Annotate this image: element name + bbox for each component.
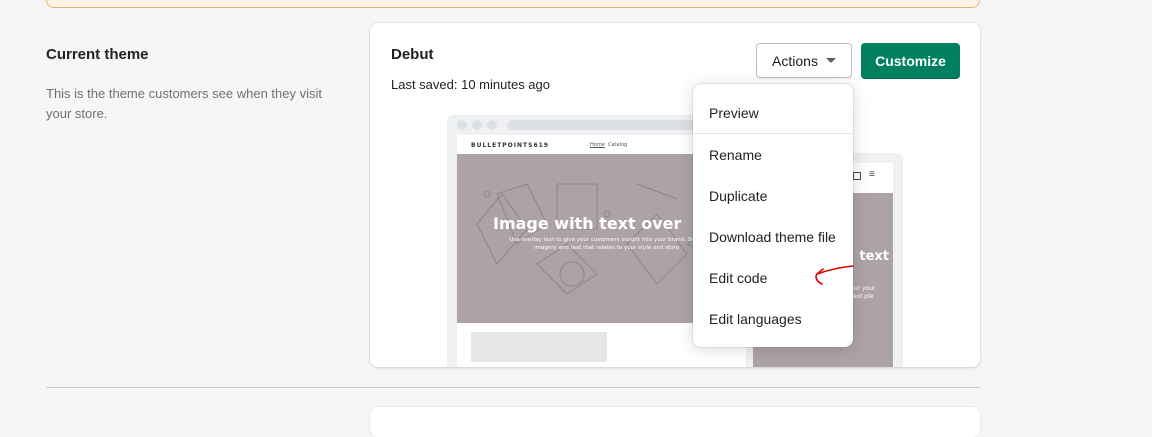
last-saved-text: Last saved: 10 minutes ago bbox=[391, 77, 550, 92]
customize-button-label: Customize bbox=[875, 53, 946, 69]
preview-nav-home: Home bbox=[590, 142, 605, 148]
next-section-card bbox=[370, 407, 980, 437]
menu-item-download-theme-file[interactable]: Download theme file bbox=[693, 216, 853, 257]
preview-placeholder-block bbox=[471, 332, 607, 362]
caret-down-icon bbox=[825, 58, 836, 63]
window-dot-icon bbox=[472, 120, 482, 130]
window-dot-icon bbox=[457, 120, 467, 130]
cart-icon bbox=[853, 172, 861, 180]
preview-hero-title: Image with text over bbox=[493, 214, 682, 233]
menu-item-rename[interactable]: Rename bbox=[693, 134, 853, 175]
preview-store-name: BULLETPOINTS619 bbox=[471, 142, 549, 149]
section-title: Current theme bbox=[46, 46, 149, 63]
current-theme-card: Debut Last saved: 10 minutes ago Actions… bbox=[370, 23, 980, 367]
red-arrow-annotation-icon bbox=[815, 265, 854, 285]
menu-item-duplicate[interactable]: Duplicate bbox=[693, 175, 853, 216]
actions-button-label: Actions bbox=[772, 52, 818, 69]
menu-item-edit-languages[interactable]: Edit languages bbox=[693, 298, 853, 339]
actions-dropdown-menu: Preview Rename Duplicate Download theme … bbox=[693, 84, 853, 347]
theme-name: Debut bbox=[391, 46, 434, 63]
section-description: This is the theme customers see when the… bbox=[46, 86, 323, 121]
section-divider bbox=[46, 387, 980, 388]
customize-button[interactable]: Customize bbox=[861, 43, 960, 79]
preview-hero-text: Use overlay text to give your customers … bbox=[509, 237, 705, 251]
window-dot-icon bbox=[487, 120, 497, 130]
actions-button[interactable]: Actions bbox=[756, 43, 852, 78]
menu-item-preview[interactable]: Preview bbox=[693, 92, 853, 133]
preview-nav-catalog: Catalog bbox=[608, 142, 628, 148]
hamburger-menu-icon: ≡ bbox=[869, 169, 875, 180]
warning-banner bbox=[46, 0, 980, 8]
mobile-hero-title: text bbox=[859, 249, 889, 264]
